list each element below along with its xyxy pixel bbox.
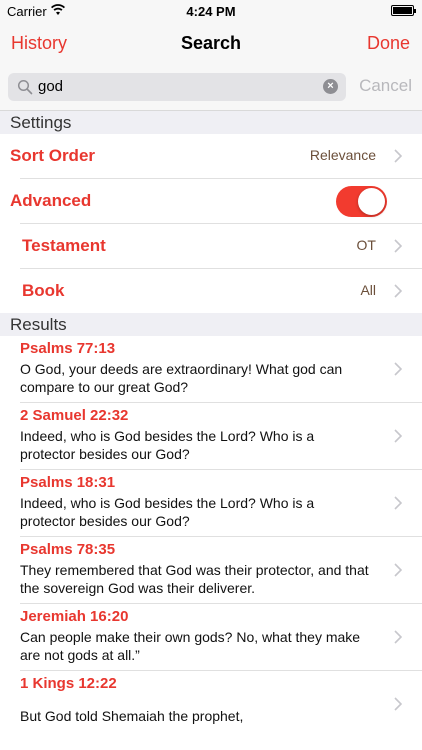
advanced-row: Advanced [0,179,422,224]
chevron-right-icon [394,630,402,644]
cancel-button[interactable]: Cancel [359,76,412,96]
result-text: Indeed, who is God besides the Lord? Who… [20,428,315,462]
result-text: They remembered that God was their prote… [20,562,369,596]
toggle-knob [358,188,385,215]
result-reference: Psalms 78:35 [20,541,116,558]
result-item[interactable]: 1 Kings 12:22 But God told Shemaiah the … [0,671,422,737]
advanced-toggle[interactable] [336,186,387,217]
result-text: Can people make their own gods? No, what… [20,629,361,663]
result-text: O God, your deeds are extraordinary! Wha… [20,361,343,395]
settings-header: Settings [0,111,422,134]
result-item[interactable]: 2 Samuel 22:32 Indeed, who is God beside… [0,403,422,469]
chevron-right-icon [394,149,402,163]
clear-icon[interactable]: × [323,79,338,94]
sort-order-value: Relevance [309,147,376,163]
chevron-right-icon [394,496,402,510]
book-label: Book [22,281,65,300]
search-query: god [38,78,64,95]
advanced-label: Advanced [10,191,92,210]
navigation-bar: History Search Done [0,22,422,65]
testament-row[interactable]: Testament OT [0,224,422,269]
result-text: But God told Shemaiah the prophet, [20,708,244,724]
chevron-right-icon [394,239,402,253]
page-title: Search [180,33,242,53]
result-item[interactable]: Jeremiah 16:20 Can people make their own… [0,604,422,670]
result-reference: 2 Samuel 22:32 [20,407,129,424]
sort-order-label: Sort Order [10,146,96,165]
chevron-right-icon [394,697,402,711]
search-bar: god × Cancel [0,65,422,111]
result-item[interactable]: Psalms 77:13 O God, your deeds are extra… [0,336,422,402]
result-reference: Psalms 18:31 [20,474,116,491]
book-value: All [360,282,376,298]
status-time: 4:24 PM [186,4,236,19]
search-input[interactable]: god × [8,73,346,101]
result-reference: 1 Kings 12:22 [20,675,117,692]
chevron-right-icon [394,563,402,577]
chevron-right-icon [394,362,402,376]
result-item[interactable]: Psalms 78:35 They remembered that God wa… [0,537,422,603]
book-row[interactable]: Book All [0,269,422,314]
testament-value: OT [356,237,376,253]
sort-order-row[interactable]: Sort Order Relevance [0,134,422,179]
results-header: Results [0,313,422,336]
chevron-right-icon [394,284,402,298]
testament-label: Testament [22,236,106,255]
chevron-right-icon [394,429,402,443]
settings-header-label: Settings [10,113,72,132]
result-reference: Psalms 77:13 [20,340,116,357]
battery-icon [391,5,416,16]
done-button[interactable]: Done [367,33,410,54]
result-reference: Jeremiah 16:20 [20,608,129,625]
status-bar: Carrier 4:24 PM [0,0,422,22]
result-text: Indeed, who is God besides the Lord? Who… [20,495,315,529]
result-item[interactable]: Psalms 18:31 Indeed, who is God besides … [0,470,422,536]
search-icon [17,79,33,95]
results-header-label: Results [10,315,67,334]
